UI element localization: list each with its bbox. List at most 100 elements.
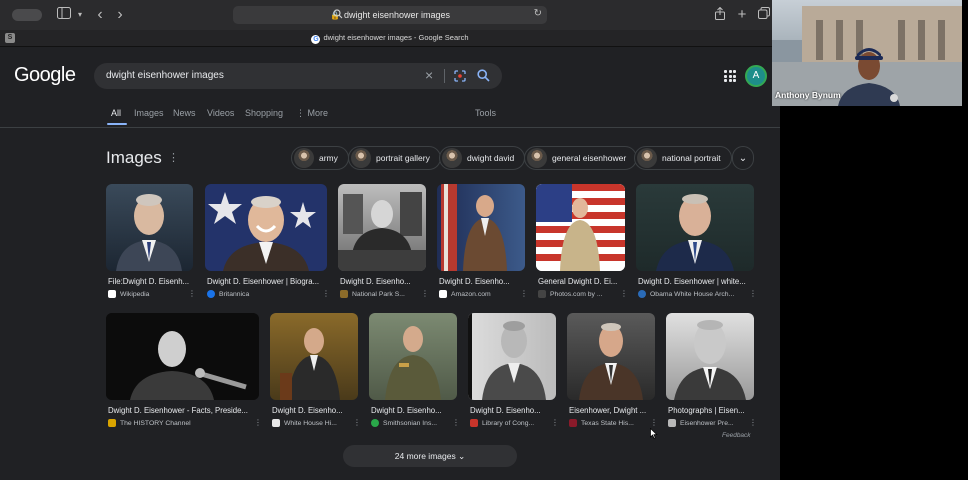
participant-video (838, 48, 900, 106)
result-options-icon[interactable]: ⋮ (452, 418, 460, 427)
result-options-icon[interactable]: ⋮ (322, 289, 330, 298)
result-source[interactable]: Library of Cong... (470, 419, 546, 427)
result-options-icon[interactable]: ⋮ (650, 418, 658, 427)
chip-national-portrait[interactable]: national portrait (634, 146, 732, 170)
address-bar[interactable]: 🔒 dwight eisenhower images ↻ (233, 6, 547, 24)
share-icon[interactable] (712, 6, 728, 23)
result-options-icon[interactable]: ⋮ (254, 418, 262, 427)
result-options-icon[interactable]: ⋮ (749, 289, 757, 298)
result-source-name: White House Hi... (284, 419, 337, 427)
browser-window: ▾ ‹ › 🔒 dwight eisenhower images ↻ + S G… (0, 0, 780, 480)
result-title[interactable]: Dwight D. Eisenho... (340, 277, 426, 286)
tab-news[interactable]: News (173, 108, 196, 118)
result-source[interactable]: Amazon.com (439, 290, 515, 298)
result-source-name: Smithsonian Ins... (383, 419, 438, 427)
result-image[interactable] (270, 313, 358, 400)
back-icon[interactable]: ‹ (92, 7, 108, 23)
lens-icon[interactable] (454, 70, 466, 82)
result-image[interactable] (536, 184, 625, 271)
chip-dwight-david[interactable]: dwight david (439, 146, 526, 170)
photos-favicon-icon (538, 290, 546, 298)
result-source[interactable]: Britannica (207, 290, 317, 298)
section-options-icon[interactable]: ⋮ (168, 151, 179, 164)
tab-all[interactable]: All (111, 108, 121, 118)
result-title[interactable]: Dwight D. Eisenho... (439, 277, 525, 286)
tab-shopping[interactable]: Shopping (245, 108, 283, 118)
result-image[interactable] (666, 313, 754, 400)
active-tab-indicator (107, 123, 127, 125)
browser-toolbar: ▾ ‹ › 🔒 dwight eisenhower images ↻ + (0, 0, 780, 30)
tsha-favicon-icon (569, 419, 577, 427)
tab-videos[interactable]: Videos (207, 108, 234, 118)
more-images-button[interactable]: 24 more images ⌄ (343, 445, 517, 467)
result-title[interactable]: Dwight D. Eisenhower | Biogra... (207, 277, 327, 286)
account-avatar[interactable]: A (745, 65, 767, 87)
result-title[interactable]: Dwight D. Eisenho... (371, 406, 457, 415)
chevron-down-icon: ⌄ (738, 152, 748, 164)
chip-label: national portrait (662, 153, 721, 163)
more-images-label: 24 more images (394, 451, 456, 461)
active-tab[interactable]: Gdwight eisenhower images - Google Searc… (0, 33, 780, 44)
chips-expand-button[interactable]: ⌄ (732, 146, 754, 170)
result-image[interactable] (205, 184, 327, 271)
more-dots-icon: ⋮ (296, 108, 308, 118)
search-input[interactable]: dwight eisenhower images (106, 70, 224, 81)
result-options-icon[interactable]: ⋮ (551, 418, 559, 427)
result-source[interactable]: Smithsonian Ins... (371, 419, 447, 427)
result-options-icon[interactable]: ⋮ (620, 289, 628, 298)
result-options-icon[interactable]: ⋮ (353, 418, 361, 427)
result-options-icon[interactable]: ⋮ (421, 289, 429, 298)
result-image[interactable] (338, 184, 426, 271)
result-source[interactable]: The HISTORY Channel (108, 419, 248, 427)
google-logo[interactable]: Google (14, 64, 76, 87)
forward-icon[interactable]: › (112, 7, 128, 23)
result-options-icon[interactable]: ⋮ (520, 289, 528, 298)
tools-button[interactable]: Tools (475, 108, 496, 118)
new-tab-icon[interactable]: + (734, 7, 750, 23)
window-controls[interactable] (12, 9, 42, 21)
result-source[interactable]: White House Hi... (272, 419, 348, 427)
result-source-name: The HISTORY Channel (120, 419, 191, 427)
result-title[interactable]: Photographs | Eisen... (668, 406, 754, 415)
result-image[interactable] (369, 313, 457, 400)
sidebar-toggle-icon[interactable] (56, 7, 72, 23)
result-source[interactable]: Photos.com by ... (538, 290, 615, 298)
google-apps-icon[interactable] (724, 70, 736, 82)
nav-divider (0, 127, 780, 128)
clear-icon[interactable]: × (425, 67, 433, 83)
result-source[interactable]: Wikipedia (108, 290, 183, 298)
result-title[interactable]: Dwight D. Eisenhower | white... (638, 277, 754, 286)
result-title[interactable]: Eisenhower, Dwight ... (569, 406, 655, 415)
chip-portrait-gallery[interactable]: portrait gallery (348, 146, 441, 170)
more-menu[interactable]: ⋮ More (296, 108, 328, 119)
result-source[interactable]: National Park S... (340, 290, 416, 298)
result-title[interactable]: General Dwight D. Ei... (538, 277, 625, 286)
search-box[interactable]: dwight eisenhower images × (94, 63, 502, 89)
result-source[interactable]: Eisenhower Pre... (668, 419, 744, 427)
result-image[interactable] (437, 184, 525, 271)
result-image[interactable] (567, 313, 655, 400)
result-image[interactable] (636, 184, 754, 271)
result-source[interactable]: Texas State His... (569, 419, 645, 427)
tab-images[interactable]: Images (134, 108, 164, 118)
result-image[interactable] (106, 313, 259, 400)
chevron-down-icon[interactable]: ▾ (72, 7, 88, 23)
result-title[interactable]: Dwight D. Eisenhower - Facts, Preside... (108, 406, 259, 415)
result-source[interactable]: Obama White House Arch... (638, 290, 742, 298)
tab-overview-icon[interactable] (756, 7, 772, 23)
tab-more: More (307, 108, 329, 118)
history-favicon-icon (108, 419, 116, 427)
result-source-name: Obama White House Arch... (650, 290, 735, 298)
result-title[interactable]: Dwight D. Eisenho... (272, 406, 358, 415)
chip-general-eisenhower[interactable]: general eisenhower (524, 146, 638, 170)
result-title[interactable]: Dwight D. Eisenho... (470, 406, 556, 415)
result-options-icon[interactable]: ⋮ (749, 418, 757, 427)
reload-icon[interactable]: ↻ (534, 8, 542, 19)
result-image[interactable] (106, 184, 193, 271)
chip-army[interactable]: army (291, 146, 349, 170)
search-icon[interactable] (477, 69, 490, 82)
feedback-link[interactable]: Feedback (722, 432, 751, 439)
result-image[interactable] (468, 313, 556, 400)
result-title[interactable]: File:Dwight D. Eisenh... (108, 277, 193, 286)
result-options-icon[interactable]: ⋮ (188, 289, 196, 298)
